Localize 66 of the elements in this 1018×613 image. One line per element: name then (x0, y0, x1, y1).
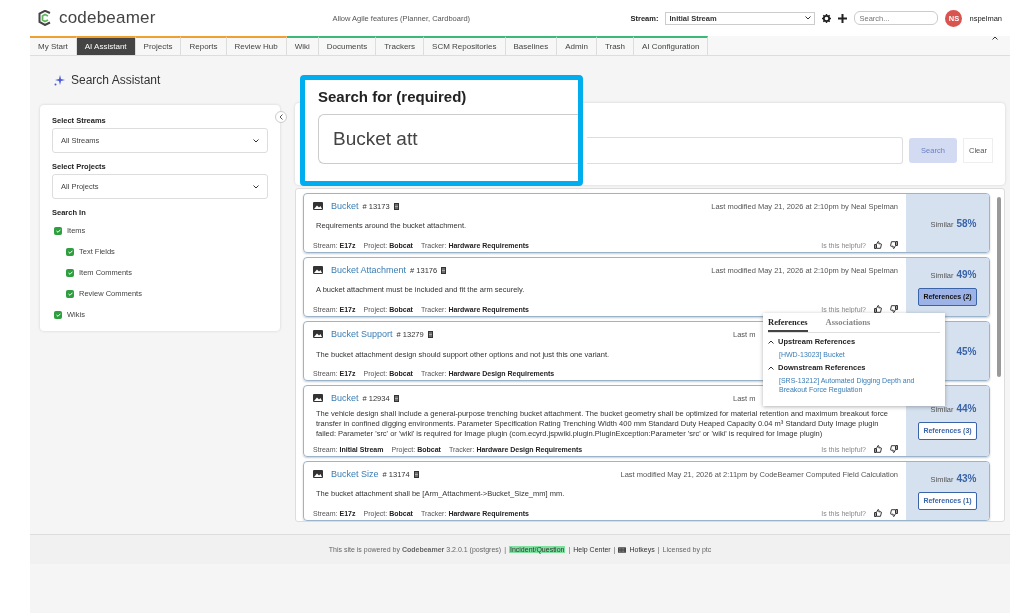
image-icon (313, 266, 323, 274)
nav-tab[interactable]: Trash (596, 36, 635, 55)
nav-tab[interactable]: AI Assistant (76, 36, 136, 55)
document-icon[interactable] (427, 330, 433, 338)
result-title[interactable]: Bucket Size (331, 469, 379, 479)
logo-text: codebeamer (59, 8, 156, 28)
image-icon (313, 470, 323, 478)
result-title[interactable]: Bucket Attachment (331, 265, 407, 275)
caret-icon (253, 184, 259, 189)
thumbs-down-icon[interactable] (890, 445, 898, 453)
popup-tab[interactable]: References (768, 315, 808, 332)
keyboard-icon (618, 546, 627, 553)
thumbs-down-icon[interactable] (890, 241, 898, 249)
nav-tab[interactable]: AI Configuration (634, 36, 709, 55)
search-input[interactable] (587, 136, 903, 164)
similar-score: 49% (956, 268, 977, 280)
result-title[interactable]: Bucket (331, 201, 359, 211)
result-title[interactable]: Bucket (331, 393, 359, 403)
checkbox[interactable] (54, 226, 62, 235)
caret-icon (253, 138, 259, 143)
thumbs-up-icon[interactable] (874, 305, 882, 313)
chevron-up-icon (768, 339, 774, 344)
logo-icon (38, 10, 52, 26)
caret-icon (805, 16, 812, 20)
similar-score: 45% (956, 345, 977, 357)
similar-score: 43% (956, 472, 977, 484)
plus-icon[interactable] (838, 13, 848, 23)
image-icon (313, 394, 323, 402)
thumbs-up-icon[interactable] (874, 241, 882, 249)
nav-tab[interactable]: SCM Repositories (424, 36, 506, 55)
image-icon (313, 330, 323, 338)
image-icon (313, 202, 323, 210)
nav-tab[interactable]: Trackers (376, 36, 425, 55)
document-icon[interactable] (393, 394, 399, 402)
popup-tab[interactable]: Associations (825, 315, 871, 332)
similar-score: 44% (956, 402, 977, 414)
thumbs-down-icon[interactable] (890, 509, 898, 517)
sparkle-icon (54, 74, 65, 86)
nav-tab[interactable]: Wiki (286, 36, 319, 55)
document-icon[interactable] (393, 202, 399, 210)
nav-tab[interactable]: My Start (30, 36, 77, 55)
checkbox[interactable] (66, 247, 74, 256)
thumbs-up-icon[interactable] (874, 509, 882, 517)
collapse-icon (992, 36, 998, 40)
chevron-left-icon (279, 114, 283, 120)
checkbox[interactable] (54, 310, 62, 319)
search-label: Search for (required) (318, 88, 468, 105)
nav-tab[interactable]: Baselines (505, 36, 558, 55)
checkbox[interactable] (66, 289, 74, 298)
document-icon[interactable] (413, 470, 419, 478)
thumbs-down-icon[interactable] (890, 305, 898, 313)
nav-tab[interactable]: Projects (135, 36, 182, 55)
nav-tab[interactable]: Review Hub (226, 36, 287, 55)
document-icon[interactable] (441, 266, 447, 274)
settings-icon[interactable] (822, 13, 832, 23)
search-input[interactable]: Bucket att (318, 114, 578, 164)
thumbs-up-icon[interactable] (874, 445, 882, 453)
nav-tab[interactable]: Reports (181, 36, 227, 55)
page-title: Search Assistant (71, 73, 161, 87)
scrollbar[interactable] (997, 197, 1001, 377)
nav-tab[interactable]: Admin (557, 36, 597, 55)
checkbox[interactable] (66, 268, 74, 277)
chevron-up-icon (768, 365, 774, 370)
result-title[interactable]: Bucket Support (331, 329, 393, 339)
nav-tab[interactable]: Documents (318, 36, 377, 55)
similar-score: 58% (956, 217, 977, 229)
